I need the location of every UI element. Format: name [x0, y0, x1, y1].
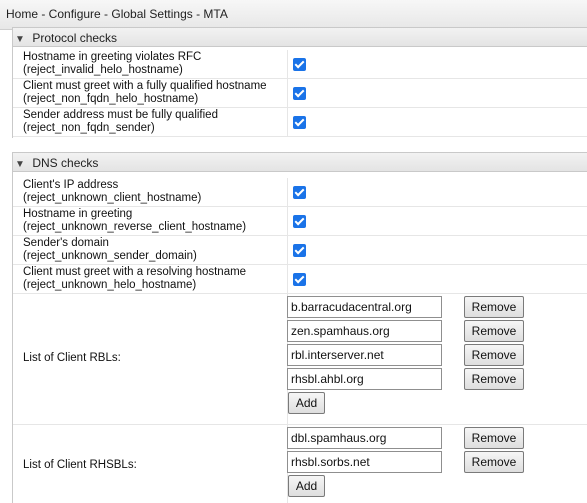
client-rbl-input[interactable]: rhsbl.ahbl.org — [287, 368, 442, 390]
check-row: Hostname in greeting (reject_unknown_reve… — [13, 207, 587, 236]
client-rbls-row: List of Client RBLs: b.barracudacentral.… — [13, 294, 587, 425]
check-label: Hostname in greeting violates RFC (reject… — [23, 51, 202, 76]
remove-button[interactable]: Remove — [464, 344, 524, 366]
reject-unknown-client-hostname-checkbox[interactable] — [293, 186, 306, 199]
client-rbls-label: List of Client RBLs: — [23, 352, 121, 364]
dns-checks-title: DNS checks — [32, 156, 99, 170]
collapse-triangle-icon[interactable]: ▼ — [15, 34, 29, 45]
reject-unknown-sender-domain-checkbox[interactable] — [293, 244, 306, 257]
client-rhsbls-row: List of Client RHSBLs: dbl.spamhaus.org … — [13, 425, 587, 503]
client-rhsbls-label: List of Client RHSBLs: — [23, 459, 137, 471]
check-row: Client's IP address (reject_unknown_clien… — [13, 178, 587, 207]
check-label: Client must greet with a fully qualified… — [23, 80, 267, 105]
check-label: Client's IP address (reject_unknown_clien… — [23, 179, 202, 204]
dns-checks-body: Client's IP address (reject_unknown_clien… — [12, 172, 587, 503]
check-row: Sender's domain (reject_unknown_sender_do… — [13, 236, 587, 265]
collapse-triangle-icon[interactable]: ▼ — [15, 159, 29, 170]
remove-button[interactable]: Remove — [464, 368, 524, 390]
check-label: Sender's domain (reject_unknown_sender_do… — [23, 237, 197, 262]
reject-unknown-helo-hostname-checkbox[interactable] — [293, 273, 306, 286]
reject-unknown-reverse-client-hostname-checkbox[interactable] — [293, 215, 306, 228]
protocol-checks-title: Protocol checks — [32, 31, 118, 45]
check-label: Sender address must be fully qualified (r… — [23, 109, 218, 134]
check-row: Hostname in greeting violates RFC (reject… — [13, 50, 587, 79]
check-row: Client must greet with a resolving hostn… — [13, 265, 587, 294]
check-row: Sender address must be fully qualified (r… — [13, 108, 587, 137]
remove-button[interactable]: Remove — [464, 296, 524, 318]
reject-non-fqdn-helo-hostname-checkbox[interactable] — [293, 87, 306, 100]
protocol-checks-body: Hostname in greeting violates RFC (reject… — [12, 47, 587, 138]
check-row: Client must greet with a fully qualified… — [13, 79, 587, 108]
client-rbl-input[interactable]: rbl.interserver.net — [287, 344, 442, 366]
client-rbl-input[interactable]: b.barracudacentral.org — [287, 296, 442, 318]
protocol-checks-header[interactable]: ▼ Protocol checks — [12, 27, 587, 47]
check-label: Hostname in greeting (reject_unknown_reve… — [23, 208, 247, 233]
remove-button[interactable]: Remove — [464, 451, 524, 473]
add-rbl-button[interactable]: Add — [288, 392, 325, 414]
breadcrumb: Home - Configure - Global Settings - MTA — [0, 0, 587, 30]
client-rbl-input[interactable]: zen.spamhaus.org — [287, 320, 442, 342]
client-rhsbl-input[interactable]: dbl.spamhaus.org — [287, 427, 442, 449]
dns-checks-header[interactable]: ▼ DNS checks — [12, 152, 587, 172]
reject-invalid-helo-hostname-checkbox[interactable] — [293, 58, 306, 71]
add-rhsbl-button[interactable]: Add — [288, 475, 325, 497]
check-label: Client must greet with a resolving hostn… — [23, 266, 247, 291]
remove-button[interactable]: Remove — [464, 427, 524, 449]
client-rhsbl-input[interactable]: rhsbl.sorbs.net — [287, 451, 442, 473]
reject-non-fqdn-sender-checkbox[interactable] — [293, 116, 306, 129]
remove-button[interactable]: Remove — [464, 320, 524, 342]
